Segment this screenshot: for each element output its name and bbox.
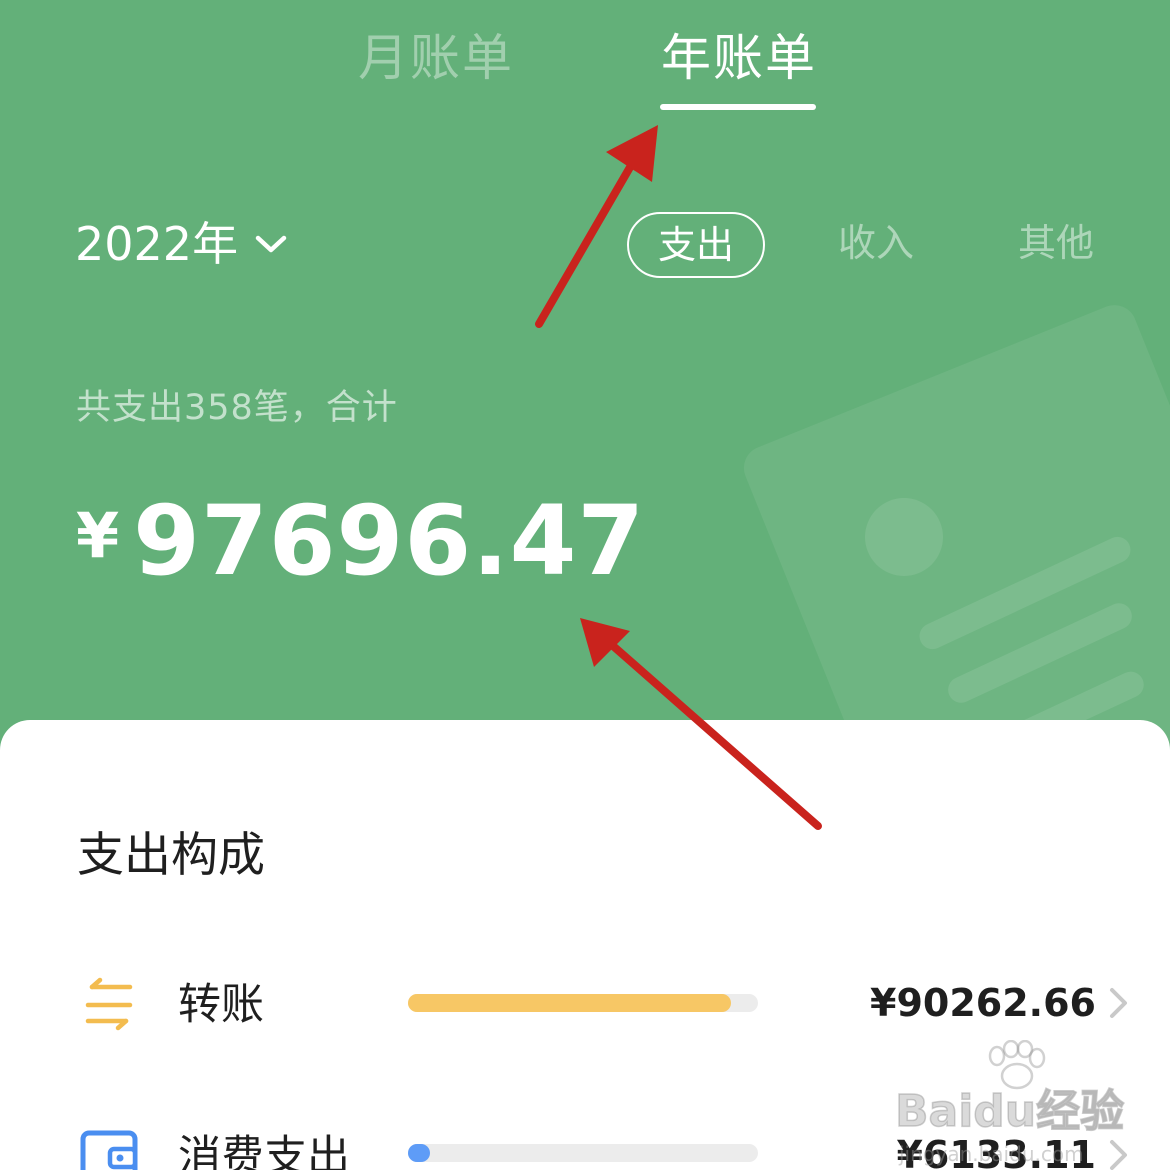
- breakdown-amount: ¥90262.66: [870, 981, 1096, 1025]
- expense-count-summary: 共支出358笔，合计: [76, 388, 398, 428]
- chevron-right-icon: [1110, 1140, 1127, 1170]
- breakdown-row-transfer[interactable]: 转账 ¥90262.66: [0, 955, 1170, 1055]
- breakdown-label: 转账: [178, 980, 264, 1030]
- year-bill-screen: 月账单 年账单 2022年 支出 收入 其他 共支出358笔，合计 ¥ 9769…: [0, 0, 1170, 1170]
- chevron-down-icon: [255, 235, 287, 253]
- filter-expense-button[interactable]: 支出: [627, 212, 765, 278]
- tab-year-bill[interactable]: 年账单: [661, 26, 817, 90]
- share-bar-fill: [408, 1144, 430, 1162]
- share-bar-track: [408, 994, 758, 1012]
- breakdown-title: 支出构成: [77, 828, 265, 883]
- expense-breakdown-panel: 支出构成 转账 ¥90262.66 消费支出 ¥6133.11: [0, 720, 1170, 1170]
- tab-month-bill[interactable]: 月账单: [358, 26, 514, 90]
- year-value: 2022年: [75, 217, 239, 271]
- decorative-circle: [865, 498, 943, 576]
- total-expense: ¥ 97696.47: [76, 486, 645, 596]
- currency-symbol: ¥: [76, 499, 120, 572]
- year-picker[interactable]: 2022年: [75, 214, 288, 274]
- chevron-right-icon: [1110, 988, 1127, 1018]
- transfer-arrows-icon: [85, 977, 133, 1031]
- total-amount: 97696.47: [133, 485, 646, 597]
- share-bar-fill: [408, 994, 731, 1012]
- bill-header: 月账单 年账单 2022年 支出 收入 其他 共支出358笔，合计 ¥ 9769…: [0, 0, 1170, 760]
- breakdown-amount: ¥6133.11: [896, 1133, 1096, 1170]
- breakdown-row-consumption[interactable]: 消费支出 ¥6133.11: [0, 1105, 1170, 1170]
- filter-income-button[interactable]: 收入: [836, 212, 916, 278]
- share-bar-track: [408, 1144, 758, 1162]
- wallet-icon: [80, 1130, 138, 1170]
- breakdown-label: 消费支出: [178, 1132, 350, 1170]
- filter-other-button[interactable]: 其他: [1016, 212, 1096, 278]
- active-tab-indicator: [660, 104, 816, 110]
